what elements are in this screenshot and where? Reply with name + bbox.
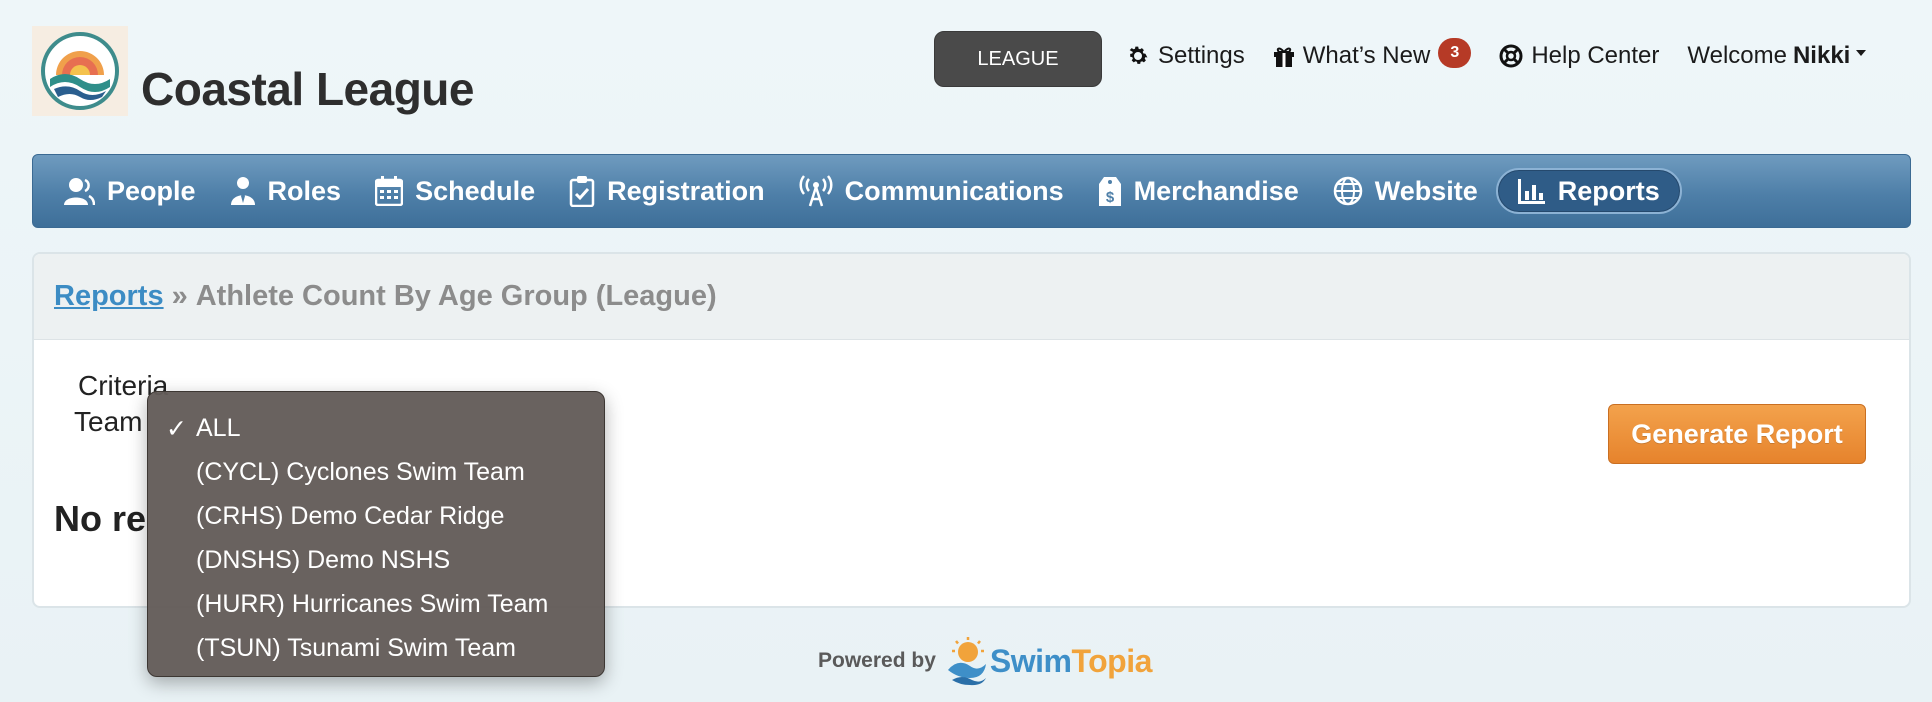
clipboard-check-icon (569, 176, 595, 207)
life-ring-icon (1499, 44, 1523, 68)
league-logo[interactable] (32, 26, 128, 116)
swimtopia-logo[interactable]: SwimTopia (944, 636, 1152, 686)
team-option-crhs[interactable]: (CRHS) Demo Cedar Ridge (148, 494, 604, 538)
nav-item-website[interactable]: Website (1333, 168, 1478, 214)
people-icon (64, 178, 95, 206)
caret-down-icon (1856, 50, 1867, 56)
gift-icon (1273, 47, 1294, 67)
globe-icon (1333, 176, 1362, 206)
antenna-icon (799, 175, 833, 207)
league-logo-icon (41, 32, 119, 110)
price-tag-icon: $ (1098, 177, 1121, 206)
whats-new-badge: 3 (1438, 38, 1472, 68)
nav-label-schedule: Schedule (415, 175, 536, 206)
user-name: Nikki (1792, 42, 1851, 69)
breadcrumb: Reports » Athlete Count By Age Group (Le… (34, 254, 1909, 340)
generate-report-button[interactable]: Generate Report (1608, 404, 1866, 464)
team-option-label: (CRHS) Demo Cedar Ridge (196, 501, 505, 530)
nav-item-roles[interactable]: Roles (230, 168, 342, 214)
nav-item-communications[interactable]: Communications (799, 168, 1064, 214)
league-button[interactable]: LEAGUE (934, 31, 1102, 87)
main-nav: People Roles Schedule Registration Commu… (32, 154, 1911, 228)
team-option-label: ALL (196, 413, 241, 442)
nav-item-registration[interactable]: Registration (569, 168, 765, 214)
swimtopia-wordmark-part2: Topia (1071, 642, 1152, 679)
nav-label-communications: Communications (844, 175, 1064, 206)
team-select-dropdown[interactable]: ✓ ALL (CYCL) Cyclones Swim Team (CRHS) D… (147, 391, 605, 677)
team-option-dnshs[interactable]: (DNSHS) Demo NSHS (148, 538, 604, 582)
team-option-label: (TSUN) Tsunami Swim Team (196, 633, 516, 662)
top-nav: Settings What’s New 3 Help Center Welcom… (1126, 38, 1894, 70)
breadcrumb-reports-link[interactable]: Reports (54, 280, 164, 313)
bar-chart-icon (1517, 179, 1545, 204)
nav-label-roles: Roles (267, 175, 342, 206)
nav-item-reports[interactable]: Reports (1495, 168, 1682, 214)
team-option-all[interactable]: ✓ ALL (148, 406, 604, 450)
whats-new-label: What’s New (1302, 42, 1431, 69)
roles-icon (230, 177, 255, 205)
page-title: Athlete Count By Age Group (League) (195, 280, 717, 312)
nav-label-registration: Registration (607, 175, 765, 206)
settings-label: Settings (1158, 42, 1245, 69)
gear-icon (1129, 46, 1148, 64)
svg-text:$: $ (1106, 189, 1115, 206)
no-results-text: No re (54, 498, 147, 539)
help-center-label: Help Center (1531, 42, 1660, 69)
powered-by-label: Powered by (818, 649, 936, 672)
settings-link[interactable]: Settings (1126, 42, 1245, 70)
nav-label-merchandise: Merchandise (1133, 175, 1299, 206)
nav-label-website: Website (1374, 175, 1478, 206)
team-option-label: (HURR) Hurricanes Swim Team (196, 589, 549, 618)
swimtopia-wordmark: SwimTopia (989, 642, 1153, 680)
check-icon: ✓ (166, 415, 187, 443)
help-center-link[interactable]: Help Center (1499, 42, 1659, 70)
swimtopia-logo-icon (947, 637, 986, 686)
brand-title: Coastal League (141, 63, 475, 115)
nav-item-schedule[interactable]: Schedule (375, 168, 535, 214)
whats-new-link[interactable]: What’s New 3 (1273, 38, 1472, 70)
powered-by: Powered by SwimTopia (818, 636, 1152, 686)
nav-label-reports: Reports (1557, 175, 1660, 206)
team-option-tsun[interactable]: (TSUN) Tsunami Swim Team (148, 626, 604, 670)
nav-item-merchandise[interactable]: $ Merchandise (1098, 168, 1299, 214)
team-option-label: (DNSHS) Demo NSHS (196, 545, 451, 574)
nav-item-people[interactable]: People (63, 168, 196, 214)
user-menu[interactable]: Welcome Nikki (1687, 42, 1867, 70)
calendar-icon (375, 176, 404, 206)
welcome-label: Welcome (1687, 42, 1787, 69)
team-option-label: (CYCL) Cyclones Swim Team (196, 457, 525, 486)
team-option-hurr[interactable]: (HURR) Hurricanes Swim Team (148, 582, 604, 626)
breadcrumb-separator: » (171, 280, 188, 312)
team-label: Team (74, 406, 143, 437)
nav-label-people: People (107, 175, 196, 206)
team-option-cycl[interactable]: (CYCL) Cyclones Swim Team (148, 450, 604, 494)
swimtopia-wordmark-part1: Swim (989, 642, 1072, 679)
